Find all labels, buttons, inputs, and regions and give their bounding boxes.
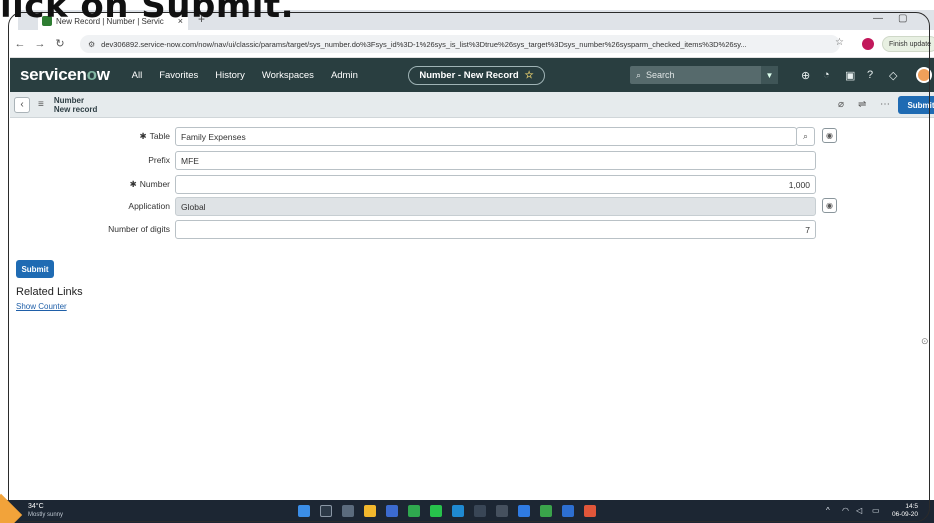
form-title: Number New record xyxy=(54,96,98,114)
back-arrow-icon[interactable]: ← xyxy=(10,38,30,50)
wifi-icon[interactable]: ◠ xyxy=(842,506,849,515)
related-links-heading: Related Links xyxy=(16,286,83,298)
table-reference-input[interactable]: Family Expenses xyxy=(175,127,797,146)
application-info-icon[interactable]: ◉ xyxy=(822,198,837,213)
chrome-profile-icon[interactable] xyxy=(584,505,596,517)
menu-admin[interactable]: Admin xyxy=(331,70,358,81)
url-bar[interactable]: ⚙ dev306892.service-now.com/now/nav/ui/c… xyxy=(80,35,840,53)
field-label-number: ✱ Number xyxy=(129,179,170,189)
submit-button-header[interactable]: Submit xyxy=(898,96,934,114)
menu-all[interactable]: All xyxy=(132,70,143,81)
activity-settings-icon[interactable]: ⇌ xyxy=(858,99,866,110)
browser-address-row: ← → ↻ ⚙ dev306892.service-now.com/now/na… xyxy=(10,30,934,58)
global-search-input[interactable]: ⌕ Search xyxy=(630,66,778,84)
scroll-settings-icon[interactable]: ⊙ xyxy=(921,336,929,347)
terminal-icon[interactable] xyxy=(496,505,508,517)
chrome-icon[interactable] xyxy=(408,505,420,517)
prefix-input[interactable]: MFE xyxy=(175,151,816,170)
form-header: ‹ ≡ Number New record ⌀ ⇌ ⋯ Submit xyxy=(10,92,934,118)
search-icon: ⌕ xyxy=(636,69,642,80)
profile-avatar[interactable] xyxy=(862,38,874,50)
menu-favorites[interactable]: Favorites xyxy=(159,70,198,81)
windows-start-icon[interactable] xyxy=(298,505,310,517)
required-marker-icon: ✱ xyxy=(139,131,147,141)
store-icon[interactable] xyxy=(386,505,398,517)
field-label-prefix: Prefix xyxy=(148,155,170,165)
field-row-table: ✱ Table Family Expenses ⌕ ◉ xyxy=(10,127,934,147)
back-button[interactable]: ‹ xyxy=(14,96,30,113)
temperature-text: 34°C xyxy=(28,503,44,510)
restore-icon[interactable]: ▢ xyxy=(898,13,907,24)
servicenow-header: servicenow All Favorites History Workspa… xyxy=(10,58,934,92)
more-options-icon[interactable]: ⋯ xyxy=(880,99,890,110)
weather-condition-text: Mostly sunny xyxy=(28,512,64,518)
whatsapp-icon[interactable] xyxy=(430,505,442,517)
url-text: dev306892.service-now.com/now/nav/ui/cla… xyxy=(101,39,747,49)
forward-arrow-icon[interactable]: → xyxy=(30,38,50,50)
servicenow-logo[interactable]: servicenow xyxy=(20,65,110,85)
notifications-bell-icon[interactable]: ◇ xyxy=(889,69,897,82)
file-explorer-icon[interactable] xyxy=(364,505,376,517)
number-input[interactable]: 1,000 xyxy=(175,175,816,194)
form-title-record: New record xyxy=(53,104,98,114)
submit-button[interactable]: Submit xyxy=(16,260,54,278)
sidebar-chat-icon[interactable]: ◔ xyxy=(823,69,830,81)
github-icon[interactable] xyxy=(474,505,486,517)
search-scope-dropdown-icon[interactable]: ▼ xyxy=(761,66,778,84)
field-row-application: Application Global ◉ xyxy=(10,197,934,217)
tray-chevron-icon[interactable]: ^ xyxy=(826,506,830,515)
weather-widget[interactable]: 34°C Mostly sunny xyxy=(28,503,63,519)
required-marker-icon: ✱ xyxy=(129,179,137,189)
finish-update-button[interactable]: Finish update xyxy=(882,36,934,52)
main-menu: All Favorites History Workspaces Admin xyxy=(132,70,358,81)
field-row-prefix: Prefix MFE xyxy=(10,151,934,171)
field-label-number-of-digits: Number of digits xyxy=(108,224,170,234)
notes-icon[interactable] xyxy=(562,505,574,517)
site-info-icon[interactable]: ⚙ xyxy=(88,40,95,49)
context-pill[interactable]: Number - New Record ☆ xyxy=(408,66,545,85)
search-placeholder: Search xyxy=(646,70,675,80)
volume-icon[interactable]: ◁ xyxy=(856,506,862,515)
minimize-icon[interactable]: — xyxy=(873,13,883,24)
windows-taskbar: 34°C Mostly sunny ^ ◠ ◁ ▭ 14:5 06-09-20 xyxy=(0,500,934,523)
clock-date: 06-09-20 xyxy=(892,511,919,518)
bookmark-star-icon[interactable]: ☆ xyxy=(835,37,844,48)
field-row-number-of-digits: Number of digits 7 xyxy=(10,220,934,240)
photos-icon[interactable] xyxy=(518,505,530,517)
app-icon[interactable] xyxy=(540,505,552,517)
system-clock[interactable]: 14:5 06-09-20 xyxy=(892,503,918,519)
attachment-icon[interactable]: ⌀ xyxy=(838,99,844,110)
application-readonly-field: Global xyxy=(175,197,816,216)
connect-icon[interactable]: ▣ xyxy=(845,69,855,82)
context-title: Number - New Record xyxy=(419,70,519,81)
favorite-star-icon[interactable]: ☆ xyxy=(525,70,534,81)
menu-workspaces[interactable]: Workspaces xyxy=(262,70,314,81)
task-view-icon[interactable] xyxy=(342,505,354,517)
form-title-table: Number xyxy=(53,95,85,105)
user-avatar[interactable] xyxy=(916,67,932,83)
globe-icon[interactable]: ⊕ xyxy=(801,69,810,82)
help-icon[interactable]: ? xyxy=(867,69,873,81)
field-label-application: Application xyxy=(128,201,170,211)
reload-icon[interactable]: ↻ xyxy=(50,37,70,50)
lookup-search-icon[interactable]: ⌕ xyxy=(796,127,815,146)
field-row-number: ✱ Number 1,000 xyxy=(10,175,934,195)
context-menu-icon[interactable]: ≡ xyxy=(38,99,44,110)
show-counter-link[interactable]: Show Counter xyxy=(16,302,67,311)
menu-history[interactable]: History xyxy=(215,70,245,81)
vscode-icon[interactable] xyxy=(452,505,464,517)
number-of-digits-input[interactable]: 7 xyxy=(175,220,816,239)
instruction-caption: lick on Submit. xyxy=(0,0,295,26)
taskbar-search-icon[interactable] xyxy=(320,505,332,517)
battery-icon[interactable]: ▭ xyxy=(872,506,880,515)
screenshot-frame: lick on Submit. New Record | Number | Se… xyxy=(0,0,934,523)
reference-info-icon[interactable]: ◉ xyxy=(822,128,837,143)
clock-time: 14:5 xyxy=(905,503,919,510)
field-label-table: ✱ Table xyxy=(139,131,170,141)
